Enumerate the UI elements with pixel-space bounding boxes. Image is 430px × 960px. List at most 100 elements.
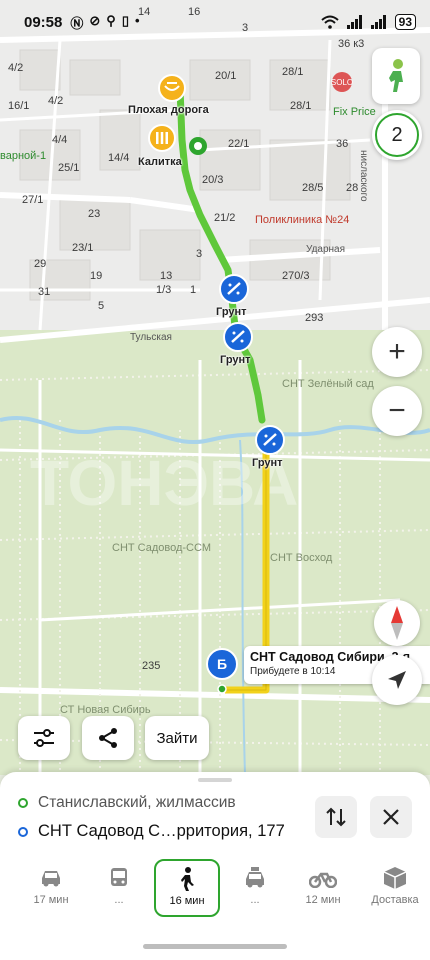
zoom-out-button[interactable]: − (372, 386, 422, 436)
bad-road-marker[interactable]: Плохая дорога (128, 74, 209, 116)
dirt-road-icon (255, 425, 285, 455)
status-right: 93 (320, 14, 416, 30)
solo-poi[interactable]: SOLO (331, 72, 353, 92)
no-sim-icon: ⊘ (89, 12, 101, 28)
dot-icon: • (134, 12, 140, 28)
signal-icon (346, 15, 362, 29)
gate-icon (148, 124, 176, 152)
marker-caption: Калитка (138, 156, 182, 168)
minus-icon: − (388, 394, 406, 427)
box-icon (383, 867, 407, 889)
gate-marker[interactable]: Калитка (138, 124, 182, 168)
mode-delivery[interactable]: Доставка (362, 860, 428, 918)
marker-caption: Грунт (252, 457, 283, 469)
mode-moto[interactable]: 12 мин (290, 860, 356, 918)
area-label: СНТ Восход (270, 552, 333, 564)
house-number-label: 23 (88, 208, 101, 220)
poliklinika-poi-label[interactable]: Поликлиника №24 (255, 214, 349, 226)
vibrate-icon: ▯ (121, 12, 129, 28)
close-icon (383, 809, 399, 825)
mode-bus[interactable]: ... (86, 860, 152, 918)
bus-icon (111, 868, 127, 886)
house-number-label: 4/2 (48, 95, 64, 107)
route-from-row[interactable]: Станиславский, жилмассив (18, 794, 236, 812)
dirt-road-icon (223, 322, 253, 352)
mode-walk[interactable]: 16 мин (154, 859, 220, 917)
house-number-label: 22/1 (228, 138, 250, 150)
dirt-road-marker[interactable]: Грунт (252, 425, 285, 469)
house-number-label: 16/1 (8, 100, 30, 112)
battery-indicator: 93 (394, 14, 416, 30)
house-number-label: 4/4 (52, 134, 68, 146)
signal-icon (370, 15, 386, 29)
house-number-label: 13 (160, 270, 173, 282)
dirt-road-icon (219, 274, 249, 304)
sheet-grabber[interactable] (198, 778, 232, 782)
mode-delivery-label: Доставка (371, 894, 419, 906)
house-number-label: 1/3 (156, 284, 172, 296)
house-number-label: 14/4 (108, 152, 130, 164)
house-number-label: 23/1 (72, 242, 94, 254)
house-number-label: 293 (305, 312, 324, 324)
house-number-label: 5 (98, 300, 105, 312)
house-number-label: 28/1 (290, 100, 312, 112)
street-label: Ударная (306, 244, 346, 255)
house-number-label: 270/3 (282, 270, 310, 282)
house-number-label: 4/2 (8, 62, 24, 74)
bad-road-icon (158, 74, 186, 102)
house-number-label: 28/1 (282, 66, 304, 78)
walking-mode-button[interactable] (372, 48, 420, 104)
swap-route-button[interactable] (315, 796, 357, 838)
mode-car-time: 17 мин (33, 894, 69, 906)
dirt-road-marker[interactable]: Грунт (220, 322, 253, 366)
walker-icon (389, 59, 403, 92)
house-number-label: 29 (34, 258, 47, 270)
house-number-label: 19 (90, 270, 103, 282)
mode-taxi-time: ... (250, 894, 260, 906)
share-icon (99, 728, 117, 748)
layers-count-badge: 2 (375, 113, 419, 157)
house-number-label: 3 (196, 248, 203, 260)
street-label: нислаского (358, 150, 369, 202)
area-label: СНТ Зелёный сад (282, 378, 374, 390)
house-number-label: 20/3 (202, 174, 224, 186)
notification-icons: Ⓝ ⊘ ⚲ ▯ • (70, 13, 139, 32)
destination-pin[interactable]: Б (206, 648, 238, 680)
house-number-label: 21/2 (214, 212, 236, 224)
zoom-in-button[interactable]: + (372, 327, 422, 377)
close-route-button[interactable] (370, 796, 412, 838)
dirt-road-marker[interactable]: Грунт (216, 274, 249, 318)
status-bar: 09:58 Ⓝ ⊘ ⚲ ▯ • 93 (0, 0, 430, 44)
mode-car[interactable]: 17 мин (18, 860, 84, 918)
walker-icon (181, 867, 194, 891)
home-indicator[interactable] (143, 944, 287, 949)
house-number-label: 27/1 (22, 194, 44, 206)
add-stop-button[interactable]: Зайти (145, 716, 209, 760)
car-icon (42, 871, 60, 887)
plus-icon: + (388, 335, 406, 368)
route-settings-button[interactable] (18, 716, 70, 760)
transport-modes: 17 мин ... 16 мин ... 12 мин Доставка (0, 859, 430, 922)
wifi-icon (320, 15, 339, 29)
location-icon: ⚲ (106, 12, 116, 28)
map-view[interactable]: ТОНЭВА 14 16 3 36 к3 4/2 20/1 28/1 SOLO … (0, 0, 430, 775)
layers-count-button[interactable]: 2 (372, 110, 422, 160)
street-label: Тульская (130, 332, 172, 343)
street-label: варной-1 (0, 150, 47, 162)
house-number-label: 36 (336, 138, 349, 150)
house-number-label: 20/1 (215, 70, 237, 82)
area-label: СТ Новая Сибирь (60, 704, 151, 716)
house-number-label: 235 (142, 660, 161, 672)
my-location-button[interactable] (372, 655, 422, 705)
mode-moto-time: 12 мин (305, 894, 341, 906)
route-from: Станиславский, жилмассив (38, 794, 236, 811)
compass-button[interactable] (374, 600, 420, 646)
fixprice-poi-label[interactable]: Fix Price (333, 106, 376, 118)
share-button[interactable] (82, 716, 134, 760)
house-number-label: 28/5 (302, 182, 324, 194)
route-to-row[interactable]: СНТ Садовод С…рритория, 177 (18, 822, 285, 841)
mode-taxi[interactable]: ... (222, 860, 288, 918)
swap-vertical-icon (326, 807, 346, 827)
mode-bus-time: ... (114, 894, 124, 906)
marker-caption: Грунт (220, 354, 251, 366)
